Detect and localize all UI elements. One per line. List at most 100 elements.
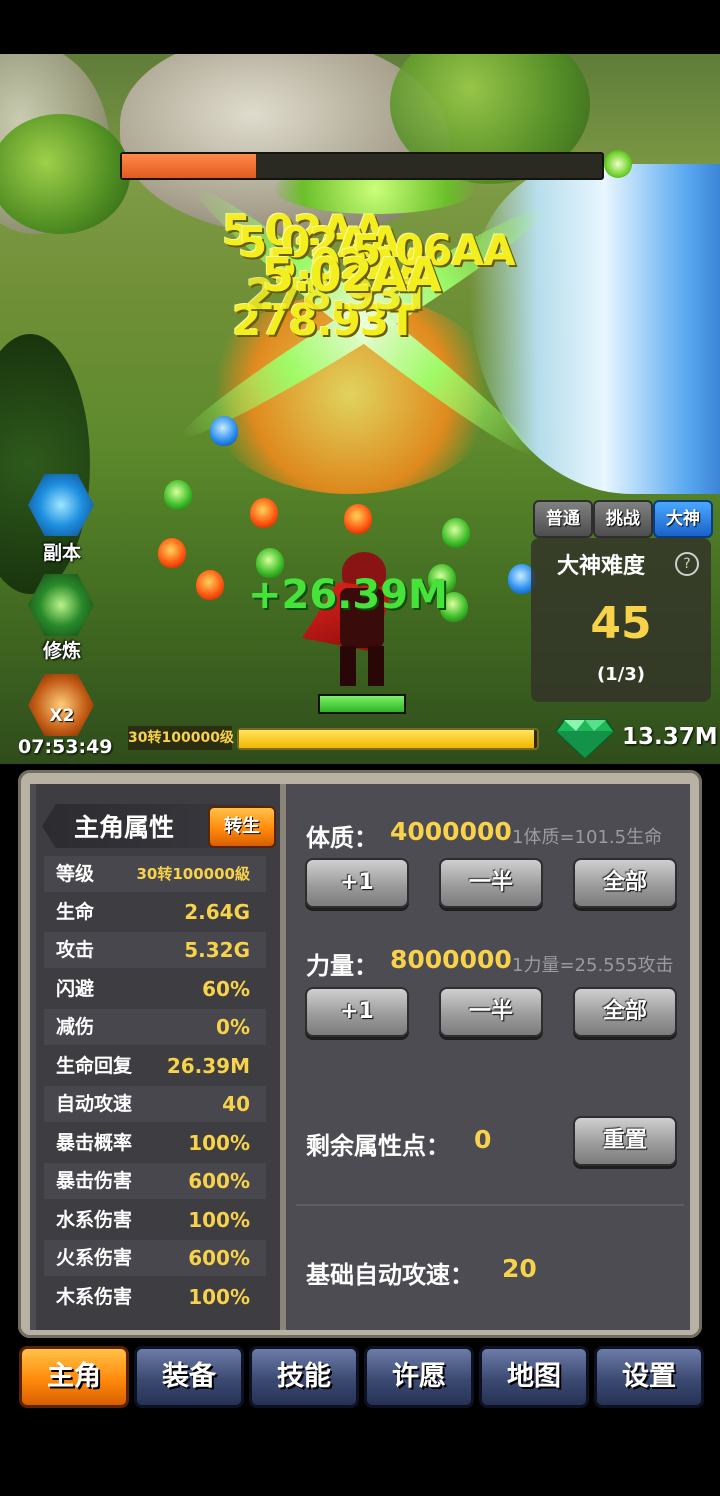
damage-number: 5.02AA bbox=[262, 248, 442, 302]
tab-map[interactable]: 地图 bbox=[479, 1346, 589, 1408]
stat-label: 生命 bbox=[56, 901, 95, 923]
stat-value: 600% bbox=[188, 1246, 250, 1270]
swirl-icon bbox=[28, 573, 94, 637]
enemy-orb bbox=[442, 518, 470, 548]
stat-row-damage-reduction: 减伤 0% bbox=[44, 1009, 266, 1045]
constitution-label: 体质： bbox=[306, 824, 378, 852]
vortex-icon bbox=[28, 473, 94, 537]
section-divider bbox=[296, 1204, 684, 1206]
strength-all-button[interactable]: 全部 bbox=[573, 987, 677, 1037]
strength-label: 力量： bbox=[306, 952, 378, 980]
difficulty-title: 大神难度 bbox=[557, 554, 646, 579]
remaining-points-value: 0 bbox=[474, 1125, 492, 1154]
stat-label: 火系伤害 bbox=[56, 1247, 133, 1269]
constitution-half-button[interactable]: 一半 bbox=[439, 858, 543, 908]
enemy-orb bbox=[158, 538, 186, 568]
dungeon-label: 副本 bbox=[42, 542, 81, 564]
experience-bar bbox=[237, 728, 539, 750]
stat-label: 等级 bbox=[56, 863, 95, 885]
help-icon[interactable]: ? bbox=[675, 552, 699, 576]
boost-timer: 07:53:49 bbox=[18, 736, 113, 758]
stat-label: 暴击伤害 bbox=[56, 1170, 133, 1192]
stat-row-auto-speed: 自动攻速 40 bbox=[44, 1086, 266, 1122]
stat-label: 木系伤害 bbox=[56, 1286, 133, 1308]
strength-hint: 1力量=25.555攻击 bbox=[512, 955, 674, 976]
tab-settings[interactable]: 设置 bbox=[594, 1346, 704, 1408]
enemy-orb bbox=[210, 416, 238, 446]
stat-label: 减伤 bbox=[56, 1016, 95, 1038]
boost-badge: X2 bbox=[49, 706, 75, 726]
tab-master[interactable]: 大神 bbox=[653, 500, 713, 538]
cultivate-label: 修炼 bbox=[42, 640, 81, 662]
panel-divider bbox=[280, 784, 286, 1330]
boss-health-fill bbox=[122, 154, 257, 178]
stat-value: 40 bbox=[222, 1092, 250, 1116]
stat-value: 2.64G bbox=[184, 900, 250, 924]
tab-skills[interactable]: 技能 bbox=[249, 1346, 359, 1408]
background-bush bbox=[0, 114, 130, 234]
hero-health-bar bbox=[318, 694, 406, 714]
boss-element-icon bbox=[604, 150, 632, 178]
reset-button[interactable]: 重置 bbox=[573, 1116, 677, 1166]
constitution-value: 4000000 bbox=[390, 817, 512, 846]
gem-icon bbox=[554, 716, 616, 760]
tab-wish[interactable]: 许愿 bbox=[364, 1346, 474, 1408]
stat-row-attack: 攻击 5.32G bbox=[44, 932, 266, 968]
difficulty-progress: (1/3) bbox=[596, 664, 646, 685]
stat-row-dodge: 闪避 60% bbox=[44, 971, 266, 1007]
stat-label: 暴击概率 bbox=[56, 1132, 133, 1154]
enemy-orb bbox=[164, 480, 192, 510]
level-label: 30转100000级 bbox=[128, 726, 234, 750]
stat-row-level: 等级 30转100000級 bbox=[44, 856, 266, 892]
stat-value: 100% bbox=[188, 1208, 250, 1232]
stat-row-crit-damage: 暴击伤害 600% bbox=[44, 1163, 266, 1199]
stat-label: 攻击 bbox=[56, 939, 95, 961]
stat-row-fire-damage: 火系伤害 600% bbox=[44, 1240, 266, 1276]
stat-value: 100% bbox=[188, 1285, 250, 1309]
strength-half-button[interactable]: 一半 bbox=[439, 987, 543, 1037]
coin-bag-icon bbox=[28, 673, 94, 737]
stat-row-crit-rate: 暴击概率 100% bbox=[44, 1125, 266, 1161]
tab-normal[interactable]: 普通 bbox=[533, 500, 593, 538]
heal-number: +26.39M bbox=[248, 572, 448, 618]
base-speed-label: 基础自动攻速： bbox=[306, 1261, 474, 1289]
stat-value: 5.32G bbox=[184, 938, 250, 962]
stat-row-hp-regen: 生命回复 26.39M bbox=[44, 1048, 266, 1084]
strength-plus-one-button[interactable]: +1 bbox=[305, 987, 409, 1037]
constitution-hint: 1体质=101.5生命 bbox=[512, 827, 663, 848]
double-boost-button[interactable]: X2 bbox=[28, 672, 96, 740]
stat-value: 100% bbox=[188, 1131, 250, 1155]
base-speed-value: 20 bbox=[502, 1254, 537, 1283]
difficulty-level: 45 bbox=[590, 598, 652, 649]
enemy-orb bbox=[344, 504, 372, 534]
experience-fill bbox=[239, 730, 535, 748]
tab-hero[interactable]: 主角 bbox=[19, 1346, 129, 1408]
cultivate-button[interactable] bbox=[28, 572, 96, 640]
stat-row-water-damage: 水系伤害 100% bbox=[44, 1202, 266, 1238]
gem-amount: 13.37M bbox=[622, 724, 718, 750]
stat-value: 0% bbox=[216, 1015, 250, 1039]
tab-challenge[interactable]: 挑战 bbox=[593, 500, 653, 538]
stat-value: 26.39M bbox=[166, 1054, 250, 1078]
stat-value: 30转100000級 bbox=[136, 865, 251, 883]
difficulty-panel: 大神难度 ? 45 (1/3) bbox=[531, 538, 711, 702]
boss-health-bar bbox=[120, 152, 604, 180]
constitution-all-button[interactable]: 全部 bbox=[573, 858, 677, 908]
stat-label: 生命回复 bbox=[56, 1055, 133, 1077]
hero-health-fill bbox=[320, 696, 404, 712]
tab-equipment[interactable]: 装备 bbox=[134, 1346, 244, 1408]
stat-label: 水系伤害 bbox=[56, 1209, 133, 1231]
stat-value: 60% bbox=[202, 977, 250, 1001]
strength-value: 8000000 bbox=[390, 945, 512, 974]
enemy-orb bbox=[250, 498, 278, 528]
enemy-orb bbox=[196, 570, 224, 600]
remaining-points-label: 剩余属性点： bbox=[306, 1132, 450, 1160]
stat-row-wood-damage: 木系伤害 100% bbox=[44, 1279, 266, 1315]
stat-label: 闪避 bbox=[56, 978, 95, 1000]
constitution-plus-one-button[interactable]: +1 bbox=[305, 858, 409, 908]
stat-label: 自动攻速 bbox=[56, 1093, 133, 1115]
dungeon-button[interactable] bbox=[28, 472, 96, 540]
stats-title: 主角属性 bbox=[74, 813, 175, 842]
rebirth-button[interactable]: 转生 bbox=[208, 806, 276, 848]
stat-row-hp: 生命 2.64G bbox=[44, 894, 266, 930]
